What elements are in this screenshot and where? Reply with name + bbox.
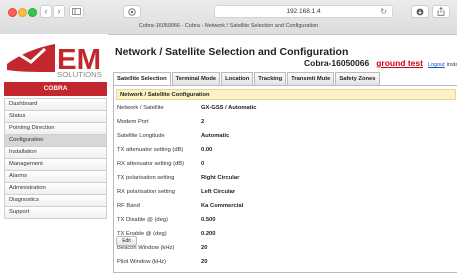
row-value: 20 bbox=[201, 245, 208, 251]
row-value: 0.200 bbox=[201, 231, 216, 237]
tab-satellite-selection[interactable]: Satellite Selection bbox=[113, 72, 171, 86]
install-label: install bbox=[446, 62, 457, 68]
row-value: Ka Commercial bbox=[201, 203, 244, 209]
sidebar-toggle-icon bbox=[72, 8, 81, 15]
section-header: Network / Satellite Configuration bbox=[116, 89, 456, 100]
row-value: 20 bbox=[201, 259, 208, 265]
download-button[interactable] bbox=[411, 5, 429, 18]
brand-bar: COBRA bbox=[4, 82, 107, 96]
back-icon: ‹ bbox=[44, 6, 48, 16]
row-value: 0.00 bbox=[201, 147, 213, 153]
row-value: 2 bbox=[201, 119, 205, 125]
menu-item-status[interactable]: Status bbox=[4, 111, 107, 123]
row-label: Pilot Window (kHz) bbox=[117, 259, 166, 265]
tab-transmit-mute[interactable]: Transmit Mute bbox=[287, 72, 335, 86]
row-label: Modem Port bbox=[117, 119, 149, 125]
url-text: 192.168.1.4 bbox=[286, 8, 321, 15]
row-label: RF Band bbox=[117, 203, 140, 209]
sidebar: EM SOLUTIONS COBRA Dashboard Status Poin… bbox=[0, 34, 108, 270]
main-menu: Dashboard Status Pointing Direction Conf… bbox=[4, 98, 107, 219]
tab-tracking[interactable]: Tracking bbox=[254, 72, 287, 86]
row-value: GX-GSS / Automatic bbox=[201, 105, 257, 111]
row-label: TX Disable @ (deg) bbox=[117, 217, 168, 223]
window-close-button[interactable] bbox=[8, 8, 17, 17]
device-name: Cobra-16050066 bbox=[304, 58, 370, 68]
tab-terminal-mode[interactable]: Terminal Mode bbox=[171, 72, 221, 86]
back-button[interactable]: ‹ bbox=[40, 5, 52, 18]
row-value: Right Circular bbox=[201, 175, 240, 181]
config-panel: Network / Satellite Configuration Networ… bbox=[113, 85, 457, 273]
row-label: Satellite Longitude bbox=[117, 133, 165, 139]
tab-safety-zones[interactable]: Safety Zones bbox=[335, 72, 380, 86]
page-title: Network / Satellite Selection and Config… bbox=[115, 46, 349, 58]
menu-item-dashboard[interactable]: Dashboard bbox=[4, 98, 107, 111]
menu-item-management[interactable]: Management bbox=[4, 159, 107, 171]
privacy-icon bbox=[128, 7, 136, 16]
download-icon bbox=[416, 8, 424, 15]
main-content: Network / Satellite Selection and Config… bbox=[113, 34, 457, 273]
row-label: TX attenuator setting (dB) bbox=[117, 147, 184, 153]
row-label: Network / Satellite bbox=[117, 105, 164, 111]
logout-link[interactable]: Logout bbox=[428, 62, 445, 68]
menu-item-installation[interactable]: Installation bbox=[4, 147, 107, 159]
row-label: RX attenuator setting (dB) bbox=[117, 161, 185, 167]
share-icon bbox=[437, 7, 445, 16]
tab-location[interactable]: Location bbox=[221, 72, 254, 86]
row-value: 0.500 bbox=[201, 217, 216, 223]
window-minimize-button[interactable] bbox=[18, 8, 27, 17]
row-value: 0 bbox=[201, 161, 205, 167]
share-button[interactable] bbox=[432, 5, 450, 18]
forward-button[interactable]: › bbox=[53, 5, 65, 18]
address-bar[interactable]: 192.168.1.4 ↻ bbox=[214, 5, 393, 18]
unit-status-line: Cobra-16050066 ground test Logoutinstall bbox=[304, 58, 457, 68]
edit-button[interactable]: Edit bbox=[116, 236, 137, 246]
row-value: Left Circular bbox=[201, 189, 236, 195]
config-tabs: Satellite Selection Terminal Mode Locati… bbox=[113, 72, 380, 86]
mode-link[interactable]: ground test bbox=[376, 58, 423, 68]
svg-text:SOLUTIONS: SOLUTIONS bbox=[57, 70, 102, 78]
menu-item-administration[interactable]: Administration bbox=[4, 183, 107, 195]
browser-toolbar: ‹ › 192.168.1.4 ↻ Cobra-16050066 - Cobra… bbox=[0, 0, 457, 35]
window-zoom-button[interactable] bbox=[28, 8, 37, 17]
sidebar-toggle-button[interactable] bbox=[69, 5, 84, 18]
em-solutions-logo: EM SOLUTIONS bbox=[5, 42, 103, 79]
menu-item-pointing-direction[interactable]: Pointing Direction bbox=[4, 123, 107, 135]
tab-title[interactable]: Cobra-16050066 - Cobra - Network / Satel… bbox=[0, 23, 457, 29]
menu-item-configuration[interactable]: Configuration bbox=[4, 135, 107, 147]
menu-item-diagnostics[interactable]: Diagnostics bbox=[4, 195, 107, 207]
row-label: TX polarisation setting bbox=[117, 175, 175, 181]
menu-item-support[interactable]: Support bbox=[4, 207, 107, 219]
privacy-button[interactable] bbox=[123, 5, 141, 18]
forward-icon: › bbox=[57, 6, 61, 16]
row-label: RX polarisation setting bbox=[117, 189, 176, 195]
row-value: Automatic bbox=[201, 133, 230, 139]
menu-item-alarms[interactable]: Alarms bbox=[4, 171, 107, 183]
reload-icon[interactable]: ↻ bbox=[380, 6, 387, 17]
